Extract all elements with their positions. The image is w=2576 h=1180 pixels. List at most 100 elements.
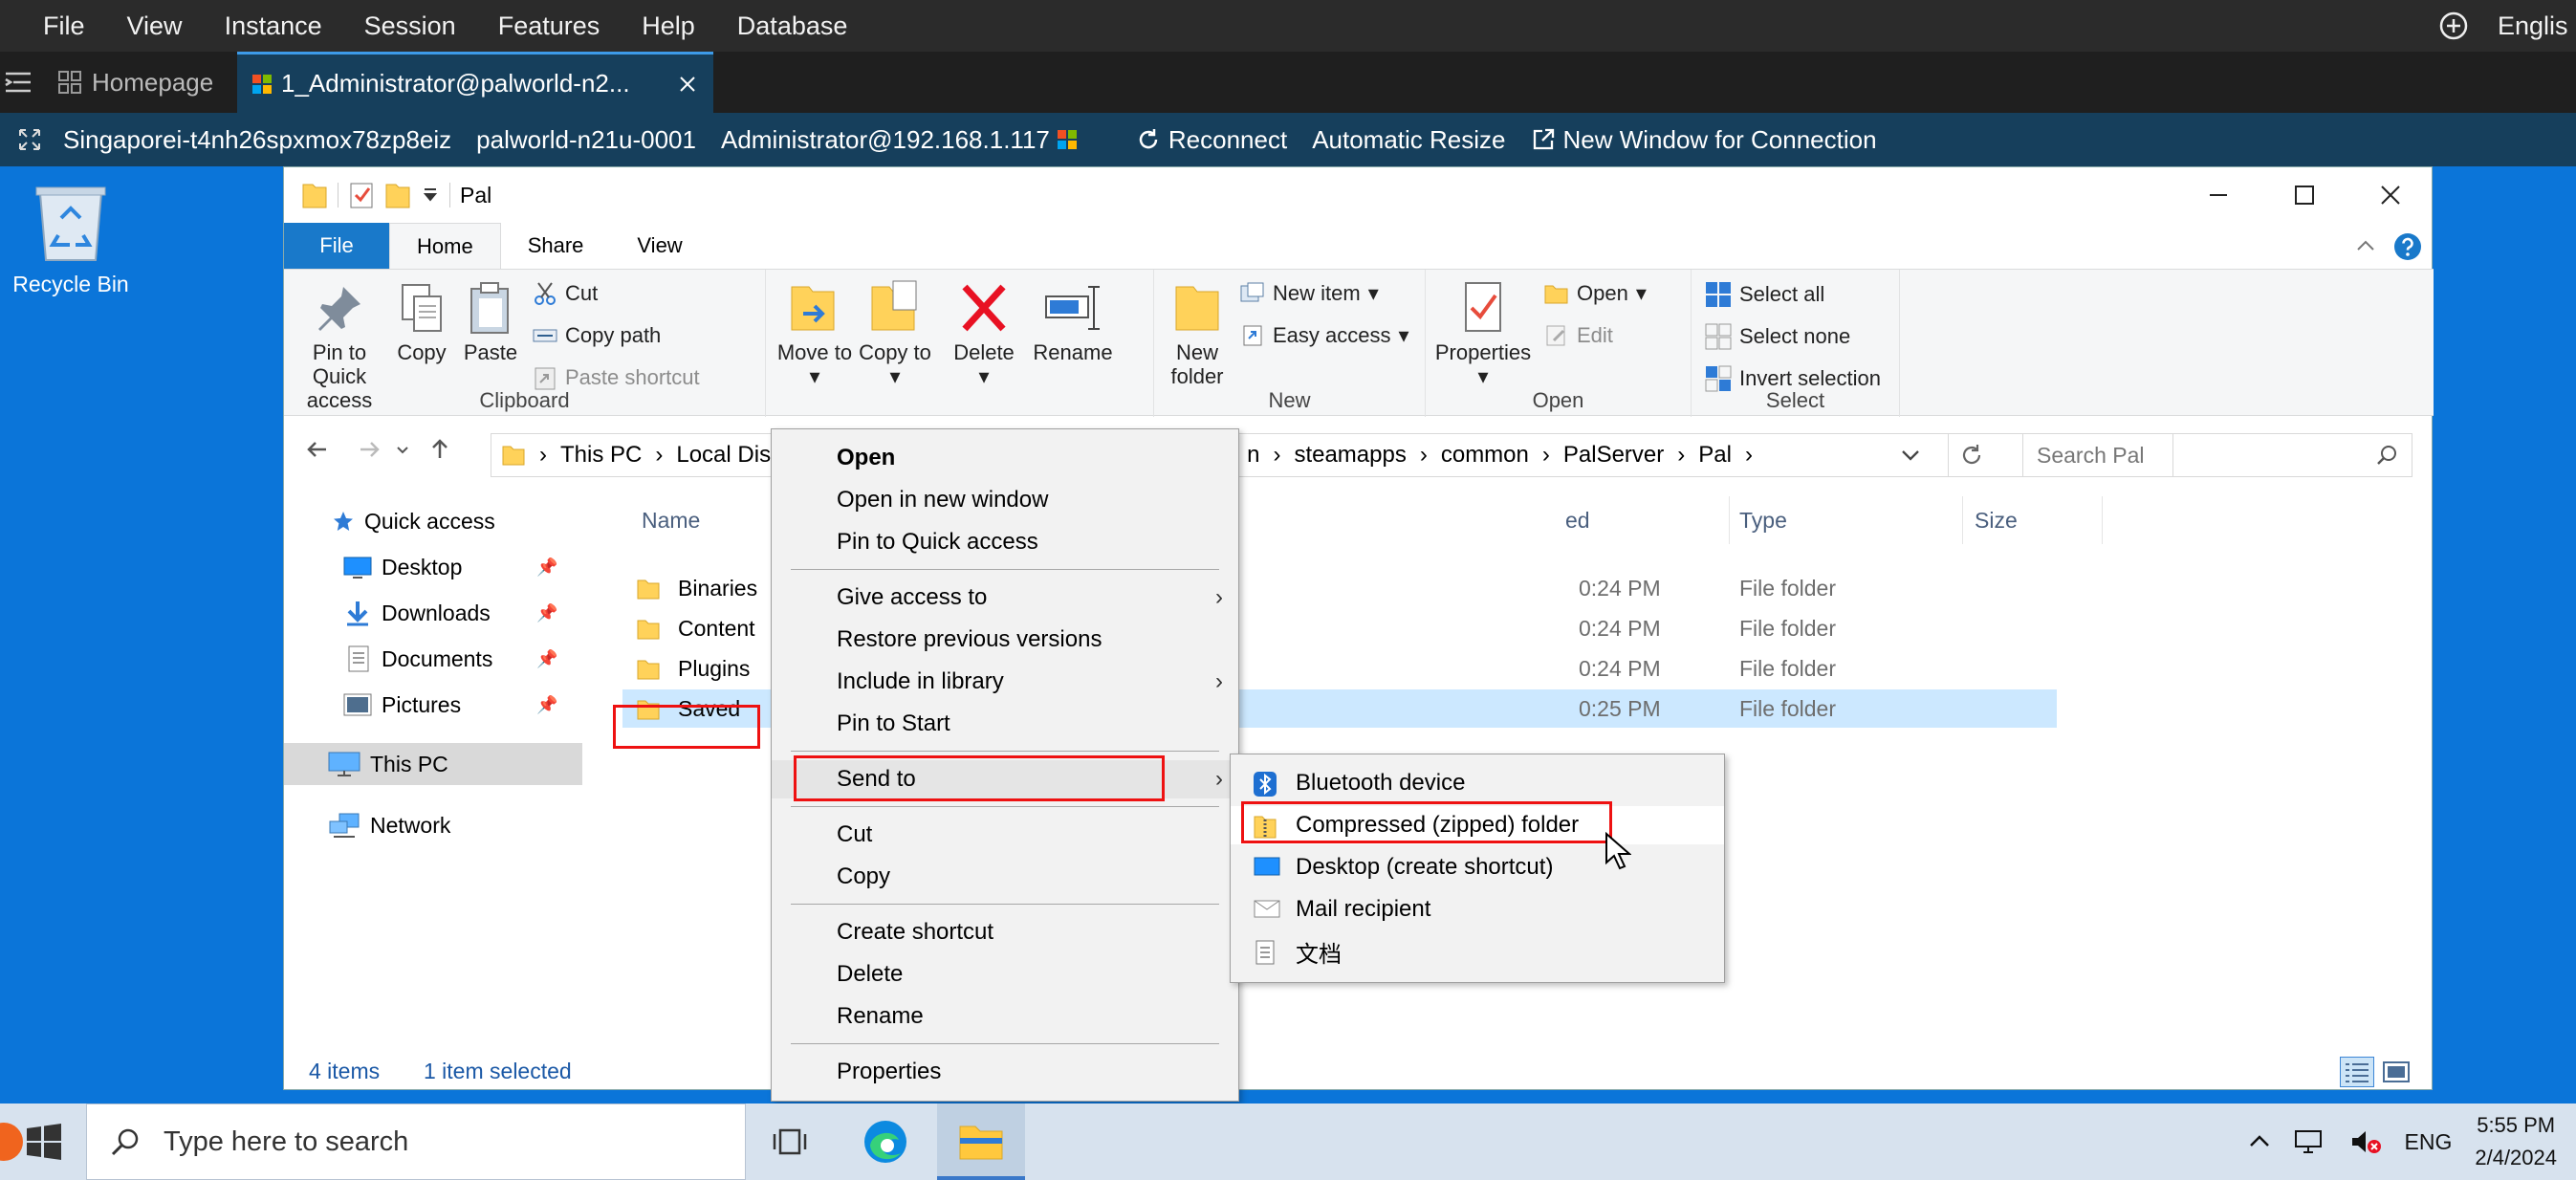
maximize-button[interactable]	[2261, 167, 2347, 223]
chevron-up-icon[interactable]	[2248, 1132, 2271, 1151]
menu-item-send-to[interactable]: Send to ›	[772, 760, 1238, 798]
collapse-ribbon-icon[interactable]	[2355, 236, 2376, 255]
menu-features[interactable]: Features	[477, 0, 622, 52]
send-to-documents[interactable]: 文档	[1231, 932, 1724, 971]
menu-item-create-shortcut[interactable]: Create shortcut	[772, 913, 1238, 951]
menu-session[interactable]: Session	[343, 0, 477, 52]
send-to-compressed-folder[interactable]: Compressed (zipped) folder	[1231, 806, 1724, 844]
forward-arrow-icon[interactable]	[357, 437, 382, 462]
send-to-mail-recipient[interactable]: Mail recipient	[1231, 890, 1724, 929]
address-dropdown-icon[interactable]	[1900, 447, 1921, 464]
large-icons-view-icon[interactable]	[2380, 1058, 2412, 1086]
recent-dropdown-icon[interactable]	[395, 442, 410, 457]
nav-this-pc[interactable]: This PC	[284, 743, 582, 785]
path-this-pc[interactable]: This PC	[560, 442, 642, 469]
edge-browser-icon[interactable]	[861, 1117, 910, 1167]
task-view-icon[interactable]	[773, 1123, 807, 1161]
ribbon-tab-file[interactable]: File	[284, 223, 389, 269]
search-icon[interactable]	[2375, 444, 2398, 467]
rename-button[interactable]: Rename	[1030, 279, 1116, 364]
open-button[interactable]: Open ▾	[1544, 281, 1647, 306]
reconnect-button[interactable]: Reconnect	[1136, 125, 1287, 155]
network-tray-icon[interactable]	[2294, 1127, 2326, 1156]
pin-icon[interactable]: 📌	[536, 557, 557, 578]
clock[interactable]: 5:55 PM 2/4/2024	[2475, 1109, 2557, 1174]
menu-database[interactable]: Database	[716, 0, 869, 52]
pin-icon[interactable]: 📌	[536, 695, 557, 715]
new-item-button[interactable]: New item ▾	[1240, 281, 1379, 306]
column-type[interactable]: Type	[1739, 496, 1963, 544]
menu-item-open[interactable]: Open	[772, 439, 1238, 477]
close-tab-icon[interactable]	[679, 76, 696, 93]
menu-item-pin-quick-access[interactable]: Pin to Quick access	[772, 523, 1238, 561]
up-arrow-icon[interactable]	[427, 437, 452, 462]
taskbar-search[interactable]: Type here to search	[86, 1104, 746, 1180]
paste-shortcut-button[interactable]: Paste shortcut	[533, 365, 700, 390]
menu-list-icon[interactable]	[4, 69, 33, 96]
cut-button[interactable]: Cut	[533, 281, 598, 306]
refresh-icon[interactable]	[1959, 443, 1984, 468]
menu-file[interactable]: File	[0, 0, 106, 52]
path-segment[interactable]: n	[1247, 442, 1259, 469]
nav-network[interactable]: Network	[284, 804, 586, 846]
volume-muted-icon[interactable]	[2349, 1127, 2382, 1156]
edit-button[interactable]: Edit	[1544, 323, 1613, 348]
menu-item-delete[interactable]: Delete	[772, 955, 1238, 994]
pin-icon[interactable]: 📌	[536, 603, 557, 623]
app-badge-icon[interactable]	[0, 1123, 23, 1161]
copy-to-button[interactable]: Copy to ▾	[856, 279, 934, 388]
input-language[interactable]: ENG	[2405, 1129, 2453, 1155]
easy-access-button[interactable]: Easy access ▾	[1240, 323, 1409, 348]
details-view-icon[interactable]	[2340, 1057, 2374, 1087]
select-none-button[interactable]: Select none	[1705, 323, 1850, 350]
path-pal[interactable]: Pal	[1698, 442, 1732, 469]
delete-button[interactable]: Delete ▾	[944, 279, 1024, 388]
menu-help[interactable]: Help	[621, 0, 716, 52]
menu-instance[interactable]: Instance	[204, 0, 343, 52]
menu-item-copy[interactable]: Copy	[772, 858, 1238, 896]
start-windows-icon[interactable]	[25, 1123, 63, 1161]
paste-button[interactable]: Paste	[456, 279, 525, 364]
menu-view[interactable]: View	[106, 0, 204, 52]
recycle-bin[interactable]: Recycle Bin	[4, 180, 138, 297]
help-icon[interactable]	[2393, 232, 2422, 261]
menu-item-cut[interactable]: Cut	[772, 816, 1238, 854]
close-button[interactable]	[2347, 167, 2434, 223]
menu-item-rename[interactable]: Rename	[772, 997, 1238, 1036]
copy-path-button[interactable]: Copy path	[533, 323, 661, 348]
menu-item-pin-start[interactable]: Pin to Start	[772, 705, 1238, 743]
pin-icon[interactable]: 📌	[536, 649, 557, 669]
path-steamapps[interactable]: steamapps	[1294, 442, 1406, 469]
back-arrow-icon[interactable]	[305, 437, 330, 462]
path-local-disk[interactable]: Local Dis	[676, 442, 771, 469]
tab-homepage[interactable]: Homepage	[57, 52, 213, 113]
language-switch[interactable]: Englis	[2438, 0, 2568, 52]
ribbon-tab-share[interactable]: Share	[501, 223, 611, 269]
select-all-button[interactable]: Select all	[1705, 281, 1824, 308]
new-window-button[interactable]: New Window for Connection	[1531, 125, 1877, 155]
address-path[interactable]: › This PC › Local Dis n › steamapps › common…	[491, 433, 2173, 477]
menu-item-include-library[interactable]: Include in library ›	[772, 663, 1238, 701]
nav-documents[interactable]: Documents 📌	[284, 638, 586, 680]
menu-item-give-access[interactable]: Give access to ›	[772, 579, 1238, 617]
ribbon-tab-view[interactable]: View	[610, 223, 709, 269]
add-circle-icon[interactable]	[2438, 11, 2469, 41]
customize-dropdown-icon[interactable]	[421, 186, 440, 205]
minimize-button[interactable]	[2175, 167, 2261, 223]
menu-item-properties[interactable]: Properties	[772, 1053, 1238, 1091]
nav-downloads[interactable]: Downloads 📌	[284, 592, 586, 634]
column-date-modified[interactable]: ed	[1565, 496, 1730, 544]
move-to-button[interactable]: Move to ▾	[774, 279, 856, 388]
path-palserver[interactable]: PalServer	[1563, 442, 1664, 469]
menu-item-restore-previous[interactable]: Restore previous versions	[772, 621, 1238, 659]
fullscreen-icon[interactable]	[17, 127, 42, 152]
send-to-bluetooth[interactable]: Bluetooth device	[1231, 764, 1724, 802]
automatic-resize-button[interactable]: Automatic Resize	[1312, 125, 1505, 155]
new-folder-icon[interactable]	[384, 181, 411, 209]
path-common[interactable]: common	[1441, 442, 1529, 469]
column-size[interactable]: Size	[1963, 496, 2103, 544]
properties-icon[interactable]	[348, 181, 375, 209]
nav-quick-access[interactable]: Quick access	[284, 500, 586, 542]
nav-desktop[interactable]: Desktop 📌	[284, 546, 586, 588]
menu-item-open-new-window[interactable]: Open in new window	[772, 481, 1238, 519]
